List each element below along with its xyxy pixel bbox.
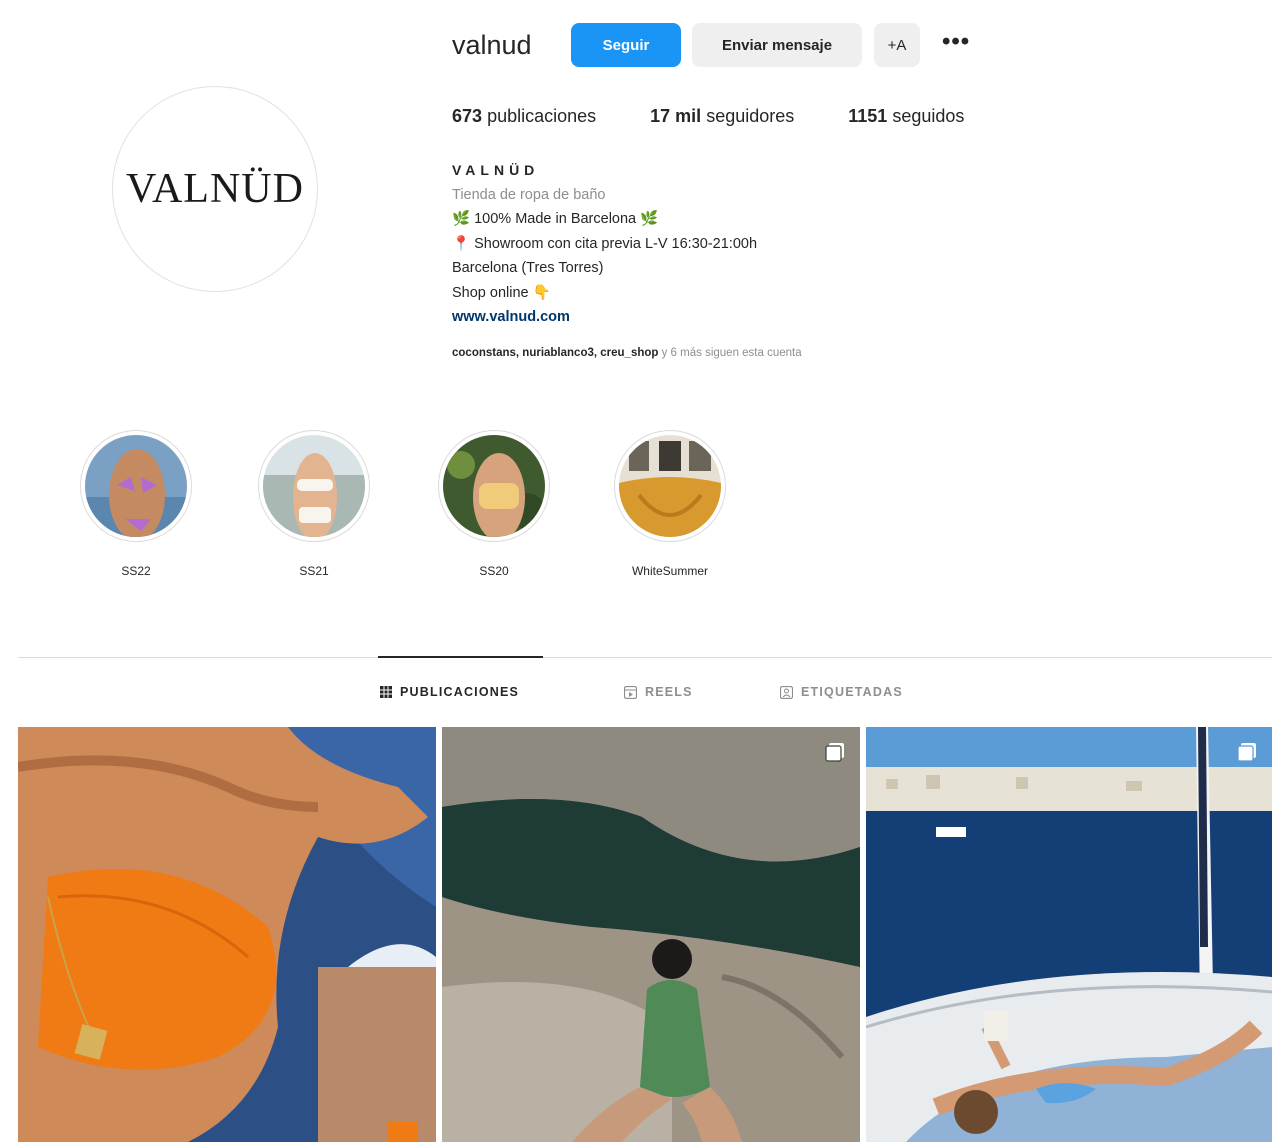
- bio-line-showroom-text: Showroom con cita previa L-V 16:30-21:00…: [474, 235, 758, 252]
- followers-count[interactable]: 17 mil seguidores: [650, 106, 794, 127]
- reels-icon: [624, 685, 637, 699]
- leaf-icon: 🌿: [452, 211, 471, 227]
- post-thumbnail[interactable]: [442, 727, 860, 1142]
- bio-category: Tienda de ropa de baño: [452, 186, 606, 203]
- bio-line-shop-text: Shop online: [452, 284, 529, 301]
- highlight-cover: [438, 430, 550, 542]
- following-count-value: 1151: [848, 106, 888, 126]
- post-image: [18, 727, 436, 1142]
- tabs-divider: [18, 657, 1272, 658]
- highlight-cover: [258, 430, 370, 542]
- post-image: [866, 727, 1272, 1142]
- highlight-label: WhiteSummer: [631, 564, 708, 578]
- suggested-accounts-button[interactable]: +A: [874, 23, 920, 67]
- post-thumbnail[interactable]: [18, 727, 436, 1142]
- post-image: [442, 727, 860, 1142]
- profile-username: valnud: [452, 30, 532, 60]
- followers-count-label: seguidores: [706, 106, 795, 126]
- tagged-icon: [780, 685, 793, 699]
- leaf-icon: 🌿: [640, 211, 659, 227]
- highlight-image: [443, 435, 545, 537]
- following-count[interactable]: 1151 seguidos: [848, 106, 964, 127]
- highlight-image: [85, 435, 187, 537]
- followers-count-value: 17 mil: [650, 106, 702, 126]
- highlight-ss20[interactable]: SS20: [438, 430, 550, 578]
- followed-by-accounts: coconstans, nuriablanco3, creu_shop: [452, 347, 659, 359]
- active-tab-indicator: [378, 656, 543, 658]
- pointing-hand-icon: 👇: [532, 284, 551, 301]
- follow-button[interactable]: Seguir: [571, 23, 681, 67]
- followed-by-rest: y 6 más siguen esta cuenta: [658, 347, 802, 359]
- profile-bio: VALNÜD Tienda de ropa de baño 🌿 100% Mad…: [452, 158, 757, 330]
- bio-website-link[interactable]: www.valnud.com: [452, 305, 757, 330]
- highlight-label: SS20: [479, 564, 509, 578]
- pin-icon: 📍: [452, 235, 471, 252]
- post-thumbnail[interactable]: [866, 727, 1272, 1142]
- highlight-label: SS22: [121, 564, 151, 578]
- tab-reels[interactable]: REELS: [624, 685, 693, 699]
- tab-label: ETIQUETADAS: [801, 685, 903, 699]
- highlight-cover: [614, 430, 726, 542]
- profile-avatar[interactable]: VALNÜD: [112, 86, 318, 292]
- bio-name: VALNÜD: [452, 162, 540, 178]
- grid-icon: [380, 686, 392, 698]
- multiple-photos-icon: [825, 743, 844, 762]
- more-options-icon[interactable]: •••: [942, 28, 970, 56]
- highlight-label: SS21: [299, 564, 329, 578]
- following-count-label: seguidos: [892, 106, 965, 126]
- bio-line-location: Barcelona (Tres Torres): [452, 260, 604, 276]
- avatar-logo-text: VALNÜD: [126, 166, 304, 212]
- bio-line-showroom: 📍 Showroom con cita previa L-V 16:30-21:…: [452, 232, 757, 257]
- posts-count: 673 publicaciones: [452, 106, 596, 127]
- highlight-ss22[interactable]: SS22: [80, 430, 192, 578]
- posts-count-value: 673: [452, 106, 483, 126]
- send-message-button[interactable]: Enviar mensaje: [692, 23, 862, 67]
- highlight-ss21[interactable]: SS21: [258, 430, 370, 578]
- highlight-image: [263, 435, 365, 537]
- followed-by-text[interactable]: coconstans, nuriablanco3, creu_shop y 6 …: [452, 347, 802, 359]
- highlight-cover: [80, 430, 192, 542]
- bio-line-shop: Shop online 👇: [452, 281, 757, 306]
- bio-line-made-in: 🌿 100% Made in Barcelona 🌿: [452, 207, 757, 232]
- tab-label: PUBLICACIONES: [400, 685, 520, 699]
- tab-etiquetadas[interactable]: ETIQUETADAS: [780, 685, 903, 699]
- bio-line-made-in-text: 100% Made in Barcelona: [474, 211, 637, 227]
- profile-stats: 673 publicaciones 17 mil seguidores 1151…: [452, 106, 1018, 127]
- highlight-image: [619, 435, 721, 537]
- highlight-whitesummer[interactable]: WhiteSummer: [614, 430, 726, 578]
- multiple-photos-icon: [1237, 743, 1256, 762]
- tab-label: REELS: [645, 685, 693, 699]
- tab-publicaciones[interactable]: PUBLICACIONES: [380, 685, 519, 699]
- posts-count-label: publicaciones: [487, 106, 597, 126]
